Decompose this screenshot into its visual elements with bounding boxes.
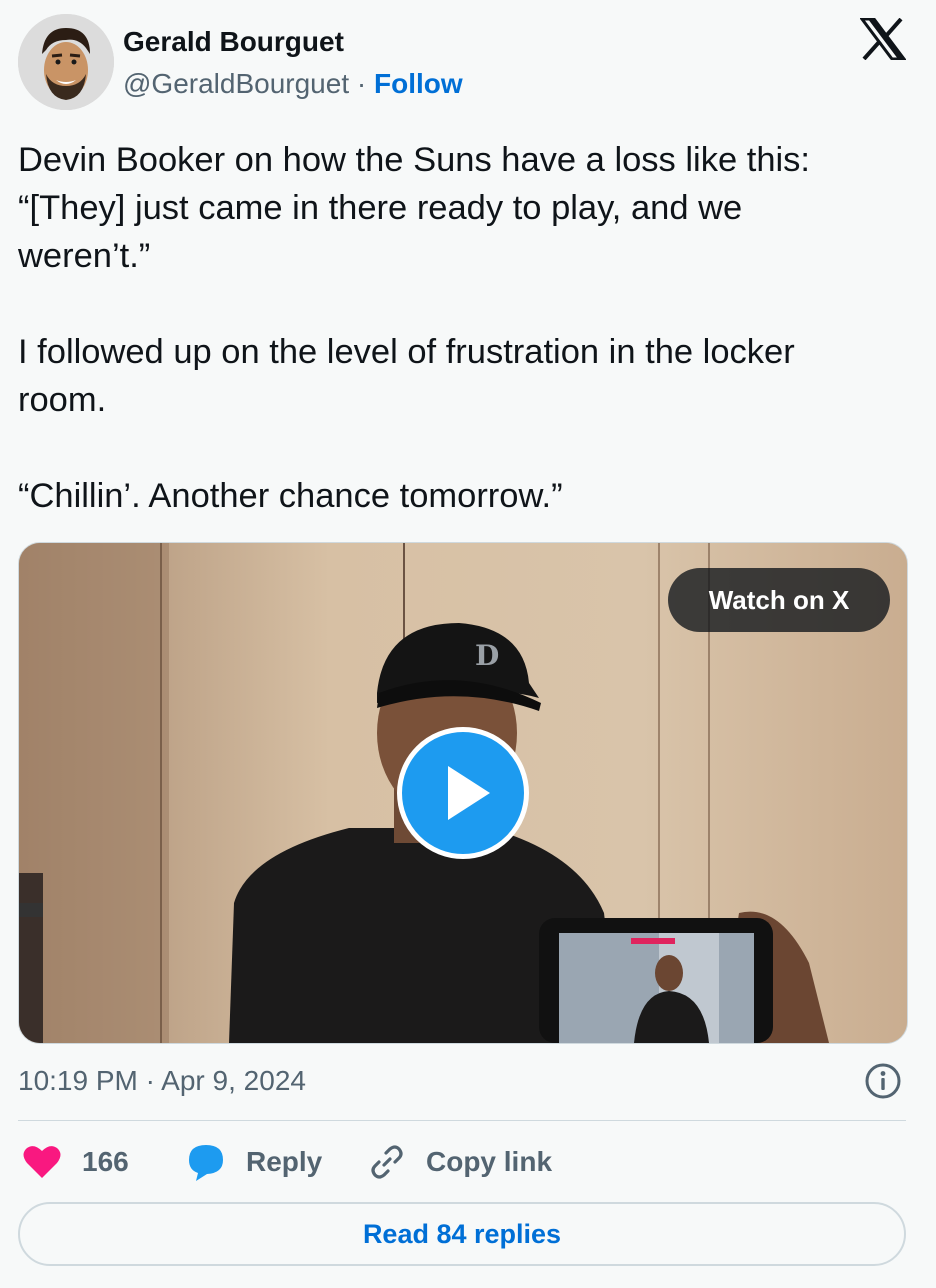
link-icon [371,1145,403,1179]
read-replies-button[interactable]: Read 84 replies [18,1202,906,1266]
copy-link-button[interactable]: Copy link [368,1140,552,1184]
handle-separator: · [356,68,367,99]
svg-text:D: D [475,639,499,672]
reply-bubble-icon [189,1145,223,1181]
divider [18,1120,906,1121]
tweet-timestamp[interactable]: 10:19 PM · Apr 9, 2024 [18,1062,306,1100]
tweet-text: Devin Booker on how the Suns have a loss… [18,136,918,520]
video-media[interactable]: D Watch on X [18,542,908,1044]
tweet-line: room. [18,381,107,419]
tweet-line: Devin Booker on how the Suns have a loss… [18,141,811,179]
watch-on-x-button[interactable]: Watch on X [668,568,890,632]
follow-button[interactable]: Follow [374,68,463,99]
tweet-line: “[They] just came in there ready to play… [18,189,743,227]
play-icon [448,766,490,820]
tweet-line: “Chillin’. Another chance tomorrow.” [18,477,563,515]
author-handle-row: @GeraldBourguet · Follow [123,64,463,104]
reply-label: Reply [246,1146,323,1177]
author-avatar[interactable] [18,14,114,110]
author-handle[interactable]: @GeraldBourguet [123,68,349,99]
play-button[interactable] [397,727,529,859]
tweet-line: weren’t.” [18,237,151,275]
like-count: 166 [82,1146,129,1177]
heart-icon [23,1146,61,1178]
x-logo-icon[interactable] [859,17,907,61]
avatar-illustration [18,14,114,110]
copy-link-label: Copy link [426,1146,553,1177]
tweet-line: I followed up on the level of frustratio… [18,333,795,371]
info-icon[interactable] [864,1062,902,1100]
reply-button[interactable]: Reply [186,1140,322,1184]
author-name[interactable]: Gerald Bourguet [123,22,344,62]
like-button[interactable]: 166 [22,1140,129,1184]
